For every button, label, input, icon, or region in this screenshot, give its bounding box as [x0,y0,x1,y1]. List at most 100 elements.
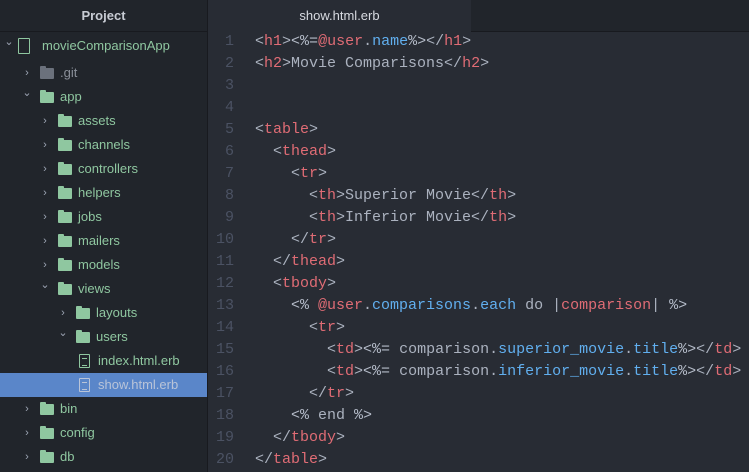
line-content: <tr> [255,317,345,339]
code-token: > [282,33,292,50]
code-token: name [372,33,409,50]
file-show-html-erb[interactable]: show.html.erb [0,373,207,397]
line-number: 15 [215,341,234,358]
code-token: end [318,407,355,424]
code-token: h2 [462,55,481,72]
code-line: 12 <tbody> [208,273,749,295]
code-token: </ [255,253,292,270]
code-token: > [327,231,337,248]
code-token: > [309,121,319,138]
code-token: %> [678,341,697,358]
chevron-right-icon[interactable]: › [22,421,32,445]
line-number: 6 [224,143,234,160]
folder-helpers[interactable]: › helpers [0,181,207,205]
folder-assets[interactable]: › assets [0,109,207,133]
chevron-right-icon[interactable]: › [40,157,50,181]
line-number: 17 [215,385,234,402]
code-token: < [255,363,337,380]
line-number: 20 [215,451,234,468]
code-token: tbody [291,429,337,446]
chevron-right-icon[interactable]: › [40,133,50,157]
code-token: title [633,341,679,358]
line-number: 10 [215,231,234,248]
code-line: 11 </thead> [208,251,749,273]
folder-views[interactable]: ⌄ views [0,277,207,301]
code-token: td [336,341,355,358]
folder-mailers[interactable]: › mailers [0,229,207,253]
folder-db[interactable]: › db [0,445,207,469]
code-token: </ [696,341,715,358]
code-line: 15 <td><%= comparison.superior_movie.tit… [208,339,749,361]
tree-item-label: db [60,449,75,464]
code-token: > [507,187,517,204]
code-token: > [462,33,472,50]
folder-layouts[interactable]: › layouts [0,301,207,325]
chevron-down-icon[interactable]: ⌄ [40,273,50,297]
code-token: each [480,297,517,314]
line-content: <% @user.comparisons.each do |comparison… [255,295,687,317]
line-number: 4 [224,99,234,116]
code-token: %> [354,407,373,424]
line-content: </tbody> [255,427,345,449]
code-token: </ [255,231,310,248]
file-index-html-erb[interactable]: index.html.erb [0,349,207,373]
line-content: <th>Superior Movie</th> [255,185,516,207]
code-token: >Inferior Movie</ [336,209,490,226]
line-content: <th>Inferior Movie</th> [255,207,516,229]
code-editor[interactable]: 1 <h1><%=@user.name%></h1> 2 <h2>Movie Comp… [208,32,749,472]
chevron-right-icon[interactable]: › [40,181,50,205]
line-content: </tr> [255,383,354,405]
line-number: 16 [215,363,234,380]
code-token: </ [255,451,274,468]
tree-item-label: app [60,89,82,104]
code-token: superior_movie [498,341,625,358]
folder-models[interactable]: › models [0,253,207,277]
folder-users[interactable]: ⌄ users [0,325,207,349]
code-token: inferior_movie [498,363,625,380]
line-number: 1 [224,33,234,50]
tree-item-label: views [78,281,111,296]
code-token: < [255,121,265,138]
folder-moviecomparisonapp[interactable]: ⌄ movieComparisonApp [0,34,207,58]
line-number: 5 [224,121,234,138]
folder-config[interactable]: › config [0,421,207,445]
folder-jobs[interactable]: › jobs [0,205,207,229]
chevron-right-icon[interactable]: › [40,229,50,253]
chevron-right-icon[interactable]: › [40,205,50,229]
chevron-down-icon[interactable]: ⌄ [22,81,32,105]
code-token: . [471,297,481,314]
code-token: </ [426,33,445,50]
tab-show-html-erb[interactable]: show.html.erb [208,0,471,32]
code-line: 5 <table> [208,119,749,141]
tree-item-label: models [78,257,120,272]
code-token: @user [318,297,364,314]
code-token: th [318,187,337,204]
line-number: 12 [215,275,234,292]
code-token: h1 [444,33,463,50]
tree-item-label: users [96,329,128,344]
code-token: < [255,209,319,226]
tree-item-label: bin [60,401,78,416]
folder-channels[interactable]: › channels [0,133,207,157]
chevron-down-icon[interactable]: ⌄ [4,30,14,54]
chevron-right-icon[interactable]: › [22,397,32,421]
folder-icon [76,330,90,343]
chevron-right-icon[interactable]: › [40,109,50,133]
folder-icon [58,234,72,247]
tree-item-label: controllers [78,161,138,176]
chevron-down-icon[interactable]: ⌄ [58,321,68,345]
folder-bin[interactable]: › bin [0,397,207,421]
code-token: comparisons [372,297,472,314]
chevron-right-icon[interactable]: › [22,445,32,469]
code-line: 4 [208,97,749,119]
code-token: tbody [282,275,328,292]
folder-controllers[interactable]: › controllers [0,157,207,181]
project-tree-panel: Project ⌄ movieComparisonApp › .git ⌄ app › ass… [0,0,208,472]
repo-icon [18,38,30,54]
folder-app[interactable]: ⌄ app [0,85,207,109]
line-number: 19 [215,429,234,446]
code-token: . [624,363,634,380]
line-number: 9 [224,209,234,226]
line-number: 11 [215,253,234,270]
tree-item-label: jobs [78,209,102,224]
